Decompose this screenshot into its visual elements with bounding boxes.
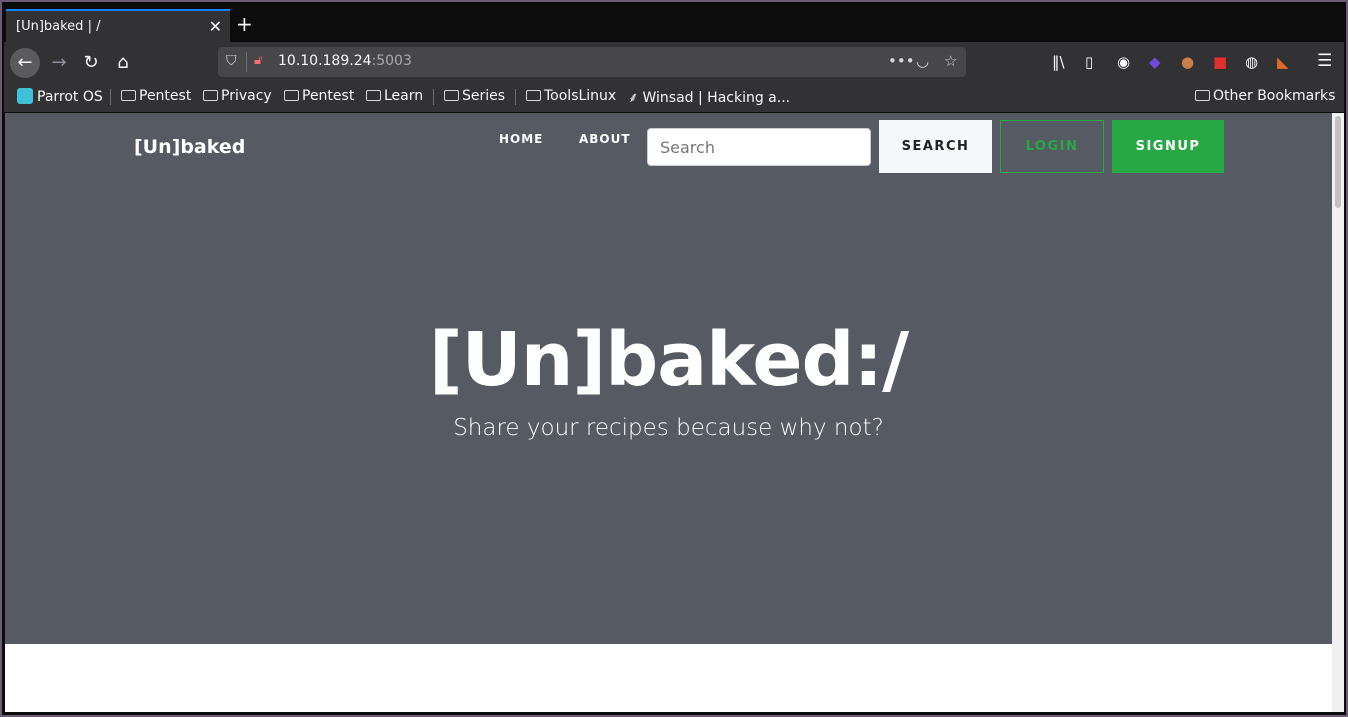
bookmark-parrot-os[interactable]: Parrot OS xyxy=(17,88,103,105)
bookmarks-toolbar: Parrot OS Pentest Privacy Pentest Learn … xyxy=(4,82,1344,112)
browser-window: [Un]baked | / ✕ + ← → ↻ ⌂ ⛉ 🔓︎ 10.10.189… xyxy=(0,0,1348,717)
url-bar[interactable]: ⛉ 🔓︎ 10.10.189.24:5003 ••• ◡ ☆ xyxy=(218,47,966,77)
url-host: 10.10.189.24 xyxy=(278,53,372,69)
reload-button[interactable]: ↻ xyxy=(76,48,106,78)
url-port: :5003 xyxy=(371,53,412,69)
extension-icon[interactable]: ◆ xyxy=(1149,53,1161,71)
bookmark-separator xyxy=(433,89,434,105)
tab-bar: [Un]baked | / ✕ + xyxy=(4,6,1344,42)
forward-button[interactable]: → xyxy=(44,48,74,78)
back-button[interactable]: ← xyxy=(10,48,40,78)
search-button[interactable]: SEARCH xyxy=(879,120,992,173)
fox-extension-icon[interactable]: ◣ xyxy=(1277,53,1289,71)
account-icon[interactable]: ◉ xyxy=(1117,53,1130,71)
tab-title: [Un]baked | / xyxy=(16,19,101,34)
cookie-extension-icon[interactable]: ● xyxy=(1181,53,1194,71)
page-viewport: [Un]baked HOME ABOUT SEARCH LOGIN SIGNUP… xyxy=(5,113,1332,712)
folder-icon xyxy=(203,90,218,101)
bookmark-separator xyxy=(110,89,111,105)
navigation-toolbar: ← → ↻ ⌂ ⛉ 🔓︎ 10.10.189.24:5003 ••• ◡ ☆ ‖… xyxy=(4,42,1344,82)
bookmark-folder-privacy[interactable]: Privacy xyxy=(203,88,272,104)
page-scrollbar[interactable] xyxy=(1332,113,1344,712)
bookmark-folder-other[interactable]: Other Bookmarks xyxy=(1195,88,1335,104)
menu-icon[interactable]: ☰ xyxy=(1317,51,1332,71)
folder-icon xyxy=(1195,90,1210,101)
page-actions-icon[interactable]: ••• xyxy=(888,52,915,70)
pocket-icon[interactable]: ◡ xyxy=(916,52,929,70)
url-separator xyxy=(246,52,247,72)
bookmark-folder-toolslinux[interactable]: ToolsLinux xyxy=(526,88,616,104)
site-brand[interactable]: [Un]baked xyxy=(134,136,245,158)
hero-subtitle: Share your recipes because why not? xyxy=(453,415,884,441)
winsad-icon: ⸙ xyxy=(628,90,639,106)
folder-icon xyxy=(366,90,381,101)
bookmark-folder-learn[interactable]: Learn xyxy=(366,88,423,104)
tab-active[interactable]: [Un]baked | / ✕ xyxy=(6,9,230,42)
url-text[interactable]: 10.10.189.24:5003 xyxy=(278,53,412,69)
home-button[interactable]: ⌂ xyxy=(108,48,138,78)
shield-extension-icon[interactable]: ■ xyxy=(1213,53,1227,71)
bookmark-folder-pentest[interactable]: Pentest xyxy=(121,88,191,104)
folder-icon xyxy=(121,90,136,101)
insecure-lock-icon[interactable]: 🔓︎ xyxy=(254,53,262,68)
bookmark-winsad[interactable]: ⸙ Winsad | Hacking a... xyxy=(628,88,790,107)
nav-link-about[interactable]: ABOUT xyxy=(579,132,631,146)
folder-icon xyxy=(444,90,459,101)
bookmark-separator xyxy=(515,89,516,105)
sidebar-icon[interactable]: ▯ xyxy=(1085,53,1093,71)
folder-icon xyxy=(526,90,541,101)
hero-title: [Un]baked:/ xyxy=(428,317,909,403)
bookmark-folder-series[interactable]: Series xyxy=(444,88,505,104)
tracking-protection-icon[interactable]: ⛉ xyxy=(226,53,237,69)
folder-icon xyxy=(284,90,299,101)
signup-button[interactable]: SIGNUP xyxy=(1112,120,1224,173)
hero-section: [Un]baked HOME ABOUT SEARCH LOGIN SIGNUP… xyxy=(5,113,1332,644)
library-icon[interactable]: ‖\ xyxy=(1052,53,1065,71)
bookmark-star-icon[interactable]: ☆ xyxy=(944,52,957,70)
nav-link-home[interactable]: HOME xyxy=(499,132,543,146)
web-extension-icon[interactable]: ◍ xyxy=(1245,53,1258,71)
new-tab-button[interactable]: + xyxy=(236,12,253,36)
parrot-icon xyxy=(17,88,33,104)
bookmark-folder-pentest-2[interactable]: Pentest xyxy=(284,88,354,104)
login-button[interactable]: LOGIN xyxy=(1000,120,1104,173)
close-tab-icon[interactable]: ✕ xyxy=(209,17,222,36)
search-input[interactable] xyxy=(647,128,871,166)
scrollbar-thumb[interactable] xyxy=(1335,116,1341,208)
